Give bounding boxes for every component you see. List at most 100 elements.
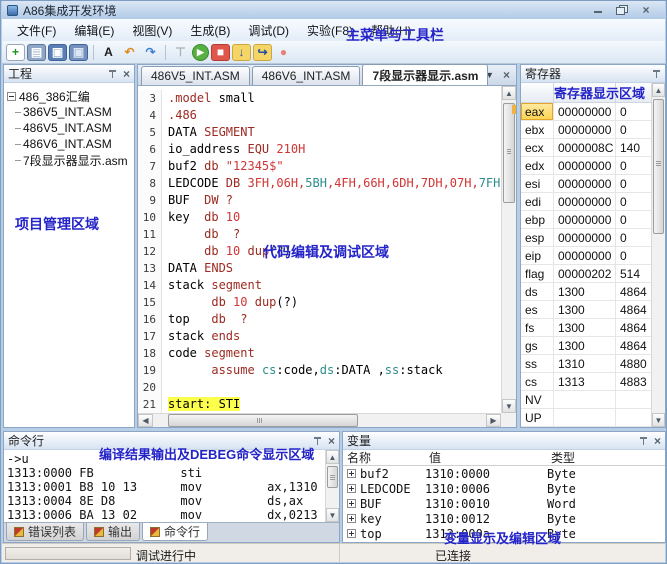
expand-icon[interactable] (347, 469, 356, 478)
pin-icon[interactable] (639, 436, 648, 446)
column-header-name[interactable]: 名称 (343, 449, 425, 466)
code-line[interactable]: 13DATA ENDS (138, 260, 501, 277)
close-panel-icon[interactable] (123, 68, 130, 80)
code-line[interactable]: 7buf2 db "12345$" (138, 158, 501, 175)
variable-row[interactable]: key1310:0012Byte (343, 511, 665, 526)
register-row[interactable]: flag00000202514 (521, 265, 651, 283)
scrollbar-thumb[interactable] (653, 99, 664, 234)
register-row[interactable]: ebp000000000 (521, 211, 651, 229)
variable-row[interactable]: LEDCODE1310:0006Byte (343, 481, 665, 496)
scrollbar-thumb[interactable] (503, 103, 515, 203)
register-row[interactable]: fs13004864 (521, 319, 651, 337)
restore-icon[interactable] (616, 5, 628, 15)
command-scrollbar[interactable]: ▲ ▼ (325, 450, 339, 522)
column-header-value[interactable]: 值 (425, 449, 547, 466)
editor-tab-0[interactable]: 486V5_INT.ASM (141, 66, 250, 85)
tree-item-3[interactable]: 7段显示器显示.asm (7, 152, 134, 168)
output-tab-0[interactable]: 错误列表 (6, 523, 84, 541)
code-line[interactable]: 4.486 (138, 107, 501, 124)
variable-row[interactable]: buf21310:0000Byte (343, 466, 665, 481)
close-panel-icon[interactable] (654, 435, 661, 447)
register-row[interactable]: ecx0000008C140 (521, 139, 651, 157)
register-row[interactable]: esp000000000 (521, 229, 651, 247)
scroll-up-icon[interactable]: ▲ (652, 83, 665, 97)
code-line[interactable]: 21start: STI (138, 396, 501, 413)
expand-icon[interactable] (347, 484, 356, 493)
font-icon[interactable]: A (99, 44, 118, 61)
new-file-icon[interactable]: + (6, 44, 25, 61)
pin-icon[interactable] (313, 436, 322, 446)
code-line[interactable]: 17stack ends (138, 328, 501, 345)
code-line[interactable]: 20 (138, 379, 501, 396)
register-row[interactable]: ds13004864 (521, 283, 651, 301)
step-into-icon[interactable]: ↓ (232, 44, 251, 61)
close-icon[interactable] (640, 5, 652, 15)
code-line[interactable]: 10key db 10 (138, 209, 501, 226)
editor-horizontal-scrollbar[interactable]: ◀ ▶ (138, 413, 501, 427)
register-row[interactable]: NV (521, 391, 651, 409)
variable-row[interactable]: BUF1310:0010Word (343, 496, 665, 511)
redo-icon[interactable]: ↷ (141, 44, 160, 61)
scrollbar-thumb[interactable] (168, 414, 358, 427)
menu-item-3[interactable]: 生成(B) (181, 19, 239, 42)
tree-item-2[interactable]: 486V6_INT.ASM (7, 136, 134, 152)
tree-item-0[interactable]: 386V5_INT.ASM (7, 104, 134, 120)
collapse-icon[interactable] (7, 92, 16, 101)
scroll-up-icon[interactable]: ▲ (502, 86, 516, 100)
register-row[interactable]: gs13004864 (521, 337, 651, 355)
stop-icon[interactable]: ■ (211, 44, 230, 61)
editor-tab-1[interactable]: 486V6_INT.ASM (252, 66, 361, 85)
build-hammer-icon[interactable]: ⊤ (171, 44, 190, 61)
editor-tab-2[interactable]: 7段显示器显示.asm (362, 64, 488, 85)
tree-item-1[interactable]: 486V5_INT.ASM (7, 120, 134, 136)
register-row[interactable]: edx000000000 (521, 157, 651, 175)
menu-item-4[interactable]: 调试(D) (239, 19, 298, 42)
code-line[interactable]: 9BUF DW ? (138, 192, 501, 209)
scroll-right-icon[interactable]: ▶ (486, 414, 501, 427)
editor-vertical-scrollbar[interactable]: ▲ ▼ (501, 86, 516, 413)
scroll-left-icon[interactable]: ◀ (138, 414, 153, 427)
register-row[interactable]: eip000000000 (521, 247, 651, 265)
scrollbar-thumb[interactable] (327, 466, 338, 488)
register-row[interactable]: esi000000000 (521, 175, 651, 193)
register-row[interactable]: ss13104880 (521, 355, 651, 373)
pin-icon[interactable] (108, 69, 117, 79)
code-line[interactable]: 8LEDCODE DB 3FH,06H,5BH,4FH,66H,6DH,7DH,… (138, 175, 501, 192)
register-row[interactable]: es13004864 (521, 301, 651, 319)
register-row[interactable]: edi000000000 (521, 193, 651, 211)
breakpoint-icon[interactable]: ● (274, 44, 293, 61)
register-row[interactable]: cs13134883 (521, 373, 651, 391)
save-icon[interactable]: ▣ (48, 44, 67, 61)
scroll-up-icon[interactable]: ▲ (326, 450, 339, 464)
code-line[interactable]: 16top db ? (138, 311, 501, 328)
scroll-down-icon[interactable]: ▼ (326, 508, 339, 522)
minimize-icon[interactable] (592, 5, 604, 15)
expand-icon[interactable] (347, 499, 356, 508)
tree-root-node[interactable]: 486_386汇编 (7, 88, 134, 104)
register-row[interactable]: UP (521, 409, 651, 427)
output-tab-1[interactable]: 输出 (86, 523, 140, 541)
code-line[interactable]: 19 assume cs:code,ds:DATA ,ss:stack (138, 362, 501, 379)
code-line[interactable]: 14stack segment (138, 277, 501, 294)
menu-item-0[interactable]: 文件(F) (8, 19, 65, 42)
code-line[interactable]: 5DATA SEGMENT (138, 124, 501, 141)
column-header-type[interactable]: 类型 (547, 449, 665, 466)
register-row[interactable]: eax000000000 (521, 103, 651, 121)
code-line[interactable]: 6io_address EQU 210H (138, 141, 501, 158)
menu-item-2[interactable]: 视图(V) (123, 19, 181, 42)
expand-icon[interactable] (347, 514, 356, 523)
scroll-down-icon[interactable]: ▼ (652, 413, 665, 427)
scroll-down-icon[interactable]: ▼ (502, 399, 516, 413)
register-row[interactable]: ebx000000000 (521, 121, 651, 139)
run-icon[interactable]: ▶ (192, 44, 209, 61)
menu-item-1[interactable]: 编辑(E) (65, 19, 123, 42)
save-all-icon[interactable]: ▣ (69, 44, 88, 61)
close-document-icon[interactable] (503, 69, 510, 81)
registers-scrollbar[interactable]: ▲ ▼ (651, 83, 665, 427)
output-tab-2[interactable]: 命令行 (142, 523, 208, 541)
pin-icon[interactable] (652, 69, 661, 79)
undo-icon[interactable]: ↶ (120, 44, 139, 61)
code-line[interactable]: 3.model small (138, 90, 501, 107)
code-line[interactable]: 18code segment (138, 345, 501, 362)
code-line[interactable]: 11 db ? (138, 226, 501, 243)
